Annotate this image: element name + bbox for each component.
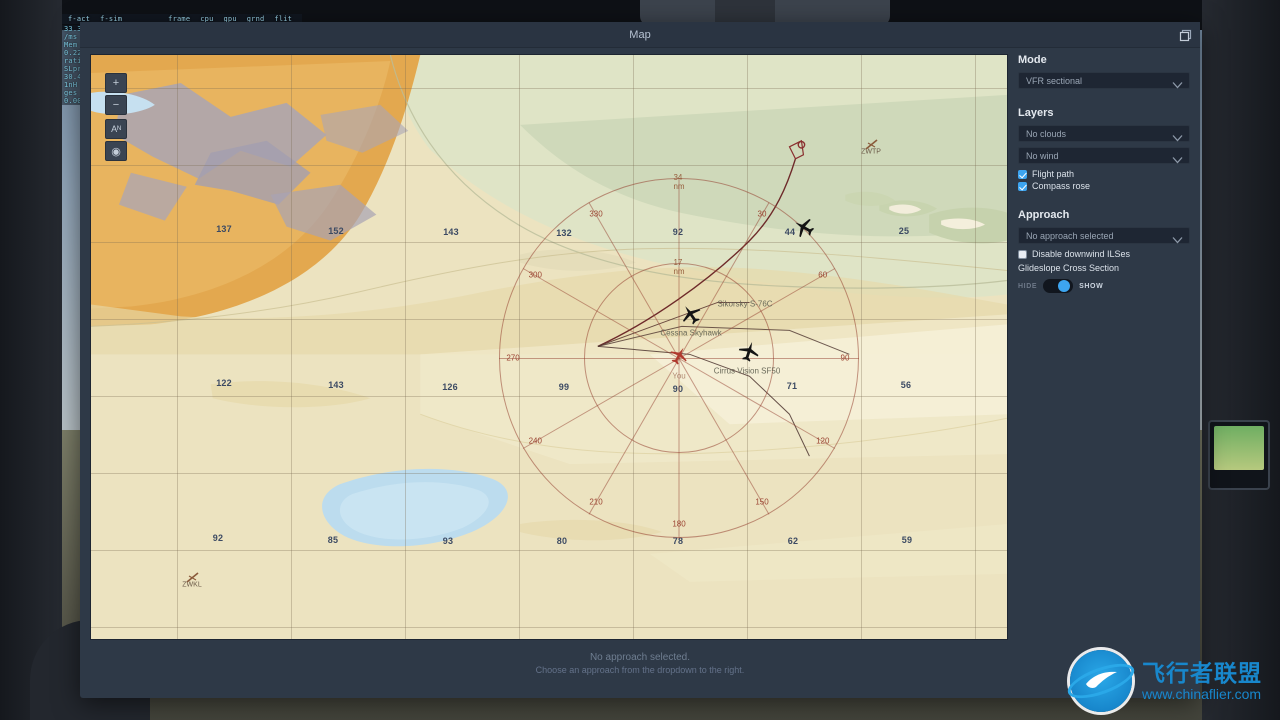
zoom-in-icon: + (112, 77, 120, 89)
glideslope-toggle-row: HIDE SHOW (1018, 279, 1190, 293)
cockpit-mfd (1208, 420, 1270, 490)
traffic-aircraft-icon[interactable] (793, 217, 815, 244)
toggle-knob (1058, 280, 1071, 292)
traffic-callsign-label: Sikorsky S-76C (717, 299, 773, 309)
mode-heading: Mode (1018, 54, 1047, 66)
restore-window-icon[interactable] (1176, 26, 1194, 44)
watermark-url: www.chinaflier.com (1142, 686, 1262, 702)
traffic-callsign-label: Cessna Skyhawk (660, 328, 722, 338)
map-settings-sidebar: Mode VFR sectional Layers No clouds No w… (1018, 54, 1190, 640)
center-on-aircraft-button[interactable]: ◉ (105, 141, 127, 161)
cockpit-mfd-screen (1214, 426, 1264, 470)
approach-group: Approach No approach selected Disable do… (1018, 209, 1190, 293)
compass-rose-label: Compass rose (1032, 181, 1091, 191)
mode-dropdown[interactable]: VFR sectional (1018, 72, 1190, 89)
airport-ident-label: ZWTP (861, 148, 881, 156)
compass-rose-checkbox-row[interactable]: Compass rose (1018, 181, 1190, 191)
flight-path-label: Flight path (1032, 169, 1075, 179)
glideslope-cross-section-label: Glideslope Cross Section (1018, 263, 1120, 273)
traffic-callsign-label: Cirrus Vision SF50 (713, 366, 781, 376)
mode-dropdown-value: VFR sectional (1026, 75, 1083, 86)
flight-path-checkbox[interactable] (1018, 169, 1027, 179)
layers-heading: Layers (1018, 107, 1054, 119)
traffic-aircraft-icon[interactable] (738, 341, 760, 368)
map-canvas[interactable]: 1771531511158712314914513715214313292442… (90, 54, 1008, 640)
clouds-dropdown-value: No clouds (1026, 128, 1067, 139)
watermark: 飞行者联盟 www.chinaflier.com (1063, 650, 1262, 712)
watermark-text: 飞行者联盟 www.chinaflier.com (1142, 660, 1262, 702)
glideslope-toggle[interactable] (1043, 279, 1074, 293)
airport-ident-label: ZWKL (182, 581, 202, 589)
chevron-down-icon (1172, 232, 1183, 250)
chevron-down-icon (1172, 152, 1183, 170)
zoom-in-button[interactable]: + (105, 73, 127, 93)
own-aircraft-label: You (672, 371, 686, 381)
cockpit-panel-right (1202, 0, 1280, 720)
chevron-down-icon (1172, 130, 1183, 148)
compass-rose-checkbox[interactable] (1018, 181, 1027, 191)
watermark-logo-icon (1063, 650, 1139, 712)
wind-dropdown-value: No wind (1026, 150, 1059, 161)
footer-line-2: Choose an approach from the dropdown to … (535, 665, 745, 675)
approach-dropdown[interactable]: No approach selected (1018, 227, 1190, 244)
crosshair-icon: ◉ (111, 145, 121, 158)
map-controls: + − Aᴺ ◉ (105, 73, 127, 163)
clouds-dropdown[interactable]: No clouds (1018, 125, 1190, 142)
map-overlay-items: Sikorsky S-76C Cessna Skyhawk Cirrus Visio… (91, 55, 1007, 639)
layers-group: Layers No clouds No wind Flight path Com… (1018, 107, 1190, 191)
toggle-show-label: SHOW (1079, 282, 1104, 290)
mode-group: Mode VFR sectional (1018, 54, 1190, 89)
map-window: Map 137 152 143 132 44 25 122 143 126 99… (80, 22, 1200, 698)
watermark-bird-icon (1086, 671, 1117, 688)
footer-line-1: No approach selected. (589, 652, 691, 663)
approach-heading: Approach (1018, 209, 1070, 221)
toggle-hide-label: HIDE (1018, 282, 1038, 290)
approach-dropdown-value: No approach selected (1026, 230, 1114, 241)
window-title: Map (629, 29, 651, 41)
disable-downwind-ils-checkbox[interactable] (1018, 249, 1027, 259)
approach-footer-message: No approach selected. Choose an approach… (80, 652, 1200, 675)
watermark-site-name: 飞行者联盟 (1142, 660, 1262, 686)
disable-downwind-ils-row[interactable]: Disable downwind ILSes (1018, 249, 1190, 259)
north-up-icon: Aᴺ (111, 124, 121, 134)
cockpit-panel-left (0, 0, 62, 720)
traffic-aircraft-icon[interactable] (680, 304, 702, 331)
window-titlebar[interactable]: Map (80, 22, 1200, 48)
zoom-out-button[interactable]: − (105, 95, 127, 115)
zoom-out-icon: − (112, 99, 120, 111)
own-aircraft-icon[interactable] (669, 346, 689, 371)
wind-dropdown[interactable]: No wind (1018, 147, 1190, 164)
flight-path-checkbox-row[interactable]: Flight path (1018, 169, 1190, 179)
north-up-button[interactable]: Aᴺ (105, 119, 127, 139)
disable-downwind-ils-label: Disable downwind ILSes (1032, 249, 1131, 259)
chevron-down-icon (1172, 77, 1183, 95)
